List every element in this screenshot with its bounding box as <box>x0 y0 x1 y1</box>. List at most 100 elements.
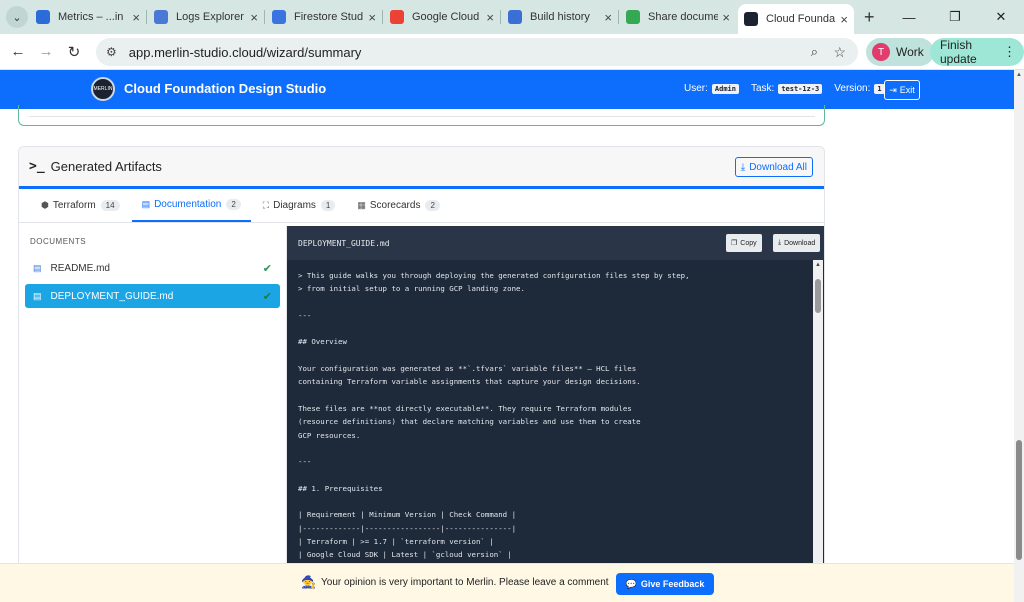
tab-count-badge: 2 <box>226 198 241 210</box>
check-icon: ✔ <box>262 290 272 303</box>
browser-tab[interactable]: Share docume × <box>620 4 736 30</box>
close-window-icon[interactable]: ✕ <box>978 9 1024 25</box>
site-info-icon[interactable]: ⚙ <box>106 45 117 59</box>
previous-section-card <box>18 105 825 126</box>
document-viewer: DEPLOYMENT_GUIDE.md ❐ Copy ⤓ Download > … <box>287 226 824 575</box>
google-icon <box>390 10 404 24</box>
download-icon: ⤓ <box>778 239 782 246</box>
new-tab-button[interactable]: + <box>864 7 875 28</box>
document-list-item[interactable]: ▤ DEPLOYMENT_GUIDE.md ✔ <box>25 284 280 308</box>
browser-tab-title: Firestore Stud <box>294 11 364 23</box>
profile-button[interactable]: T Work <box>866 38 934 66</box>
tab-label: Scorecards <box>369 199 421 211</box>
viewer-scrollbar[interactable]: ▲ <box>813 260 823 575</box>
reload-icon[interactable]: ↻ <box>60 43 88 61</box>
download-button[interactable]: ⤓ Download <box>773 234 821 252</box>
url-text: app.merlin-studio.cloud/wizard/summary <box>128 44 362 60</box>
merlin-icon <box>744 12 758 26</box>
browser-tab[interactable]: Logs Explorer × <box>148 4 265 30</box>
download-icon: ⤓ <box>740 161 746 173</box>
diagram-icon: ⛶ <box>262 199 270 210</box>
finish-update-button[interactable]: Finish update ⋮ <box>930 38 1024 66</box>
task-label: Task: <box>750 83 775 94</box>
feedback-text: Your opinion is very important to Merlin… <box>321 577 609 588</box>
back-icon[interactable]: ← <box>4 43 32 60</box>
url-field[interactable]: ⚙ app.merlin-studio.cloud/wizard/summary… <box>96 38 858 66</box>
download-label: Download <box>784 239 816 247</box>
cloudbuild-icon <box>508 10 522 24</box>
browser-tab[interactable]: Google Cloud × <box>384 4 501 30</box>
close-tab-icon[interactable]: × <box>722 10 730 25</box>
close-tab-icon[interactable]: × <box>486 10 494 25</box>
download-all-label: Download All <box>749 161 807 173</box>
document-name: DEPLOYMENT_GUIDE.md <box>50 290 174 302</box>
documents-header: DOCUMENTS <box>30 237 87 246</box>
browser-tab-title: Cloud Founda <box>766 13 836 25</box>
browser-tab[interactable]: Build history × <box>502 4 619 30</box>
task-badge: test-1z-3 <box>778 83 823 94</box>
browser-tab-title: Metrics – ...in <box>58 11 124 23</box>
zoom-icon[interactable]: ⌕ <box>811 44 818 60</box>
copy-icon: ❐ <box>731 240 738 247</box>
copy-button[interactable]: ❐ Copy <box>726 234 762 252</box>
browser-tab[interactable]: Cloud Founda × <box>738 4 854 34</box>
minimize-icon[interactable]: — <box>886 10 932 25</box>
close-tab-icon[interactable]: × <box>604 10 612 25</box>
restore-icon[interactable]: ❐ <box>932 9 978 25</box>
close-tab-icon[interactable]: × <box>132 10 140 25</box>
page-scrollbar[interactable]: ▲ <box>1014 70 1024 602</box>
chat-icon: 💬 <box>625 578 637 589</box>
tab-diagrams[interactable]: ⛶ Diagrams 1 <box>253 188 346 222</box>
header-meta: User: Admin Task: test-1z-3 Version: 1 <box>684 83 897 94</box>
bookmark-star-icon[interactable]: ☆ <box>833 44 846 61</box>
tab-documentation[interactable]: ▤ Documentation 2 <box>131 188 251 222</box>
list-icon <box>154 10 168 24</box>
close-tab-icon[interactable]: × <box>368 10 376 25</box>
artifact-tabs: ⬢ Terraform 14 ▤ Documentation 2 ⛶ Diagrams 1 ▦ Sc… <box>19 189 824 223</box>
user-badge: Admin <box>711 83 739 94</box>
viewer-scroll-up-icon[interactable]: ▲ <box>815 262 821 268</box>
browser-tab-title: Build history <box>530 11 590 23</box>
tab-scorecards[interactable]: ▦ Scorecards 2 <box>347 188 450 222</box>
close-tab-icon[interactable]: × <box>840 12 848 27</box>
google-icon <box>626 10 640 24</box>
page-scroll-thumb[interactable] <box>1016 440 1022 560</box>
document-list-item[interactable]: ▤ README.md ✔ <box>25 256 280 280</box>
cube-icon: ⬢ <box>41 199 49 210</box>
forward-icon[interactable]: → <box>32 43 60 60</box>
exit-label: Exit <box>899 85 915 95</box>
exit-icon: ⇥ <box>889 84 897 95</box>
feedback-bar: 🧙 Your opinion is very important to Merl… <box>0 563 1014 602</box>
window-controls: — ❐ ✕ <box>886 0 1024 34</box>
firestore-icon <box>272 10 286 24</box>
tab-label: Diagrams <box>273 199 316 211</box>
close-tab-icon[interactable]: × <box>250 10 258 25</box>
file-icon: ▤ <box>33 290 42 301</box>
more-menu-icon[interactable]: ⋮ <box>1003 44 1016 60</box>
merlin-avatar-icon: 🧙 <box>301 575 316 589</box>
give-feedback-label: Give Feedback <box>640 579 705 589</box>
tab-terraform[interactable]: ⬢ Terraform 14 <box>31 188 130 222</box>
document-name: README.md <box>50 262 110 274</box>
browser-tab-title: Logs Explorer <box>176 11 244 23</box>
tab-count-badge: 14 <box>100 199 120 211</box>
app-header: MERLIN Cloud Foundation Design Studio Us… <box>0 70 1014 109</box>
browser-tab-title: Google Cloud <box>412 11 480 23</box>
exit-button[interactable]: ⇥ Exit <box>884 80 920 100</box>
give-feedback-button[interactable]: 💬 Give Feedback <box>616 573 714 595</box>
generated-artifacts-card: >_ Generated Artifacts ⤓ Download All ⬢ T… <box>18 146 825 576</box>
tab-search-icon[interactable]: ⌄ <box>6 6 28 28</box>
chevron-icon <box>36 10 50 24</box>
scroll-up-icon[interactable]: ▲ <box>1016 72 1022 78</box>
document-content[interactable]: > This guide walks you through deploying… <box>287 260 813 575</box>
address-bar: ← → ↻ ⚙ app.merlin-studio.cloud/wizard/s… <box>0 34 1024 70</box>
finish-update-label: Finish update <box>940 38 977 66</box>
tab-label: Documentation <box>154 198 222 210</box>
browser-tab[interactable]: Firestore Stud × <box>266 4 383 30</box>
browser-tab[interactable]: Metrics – ...in × <box>30 4 147 30</box>
app-title: Cloud Foundation Design Studio <box>124 81 327 96</box>
download-all-button[interactable]: ⤓ Download All <box>734 157 813 177</box>
viewer-scroll-thumb[interactable] <box>815 279 821 313</box>
merlin-logo: MERLIN <box>91 77 115 101</box>
logo-text: MERLIN <box>93 86 113 92</box>
